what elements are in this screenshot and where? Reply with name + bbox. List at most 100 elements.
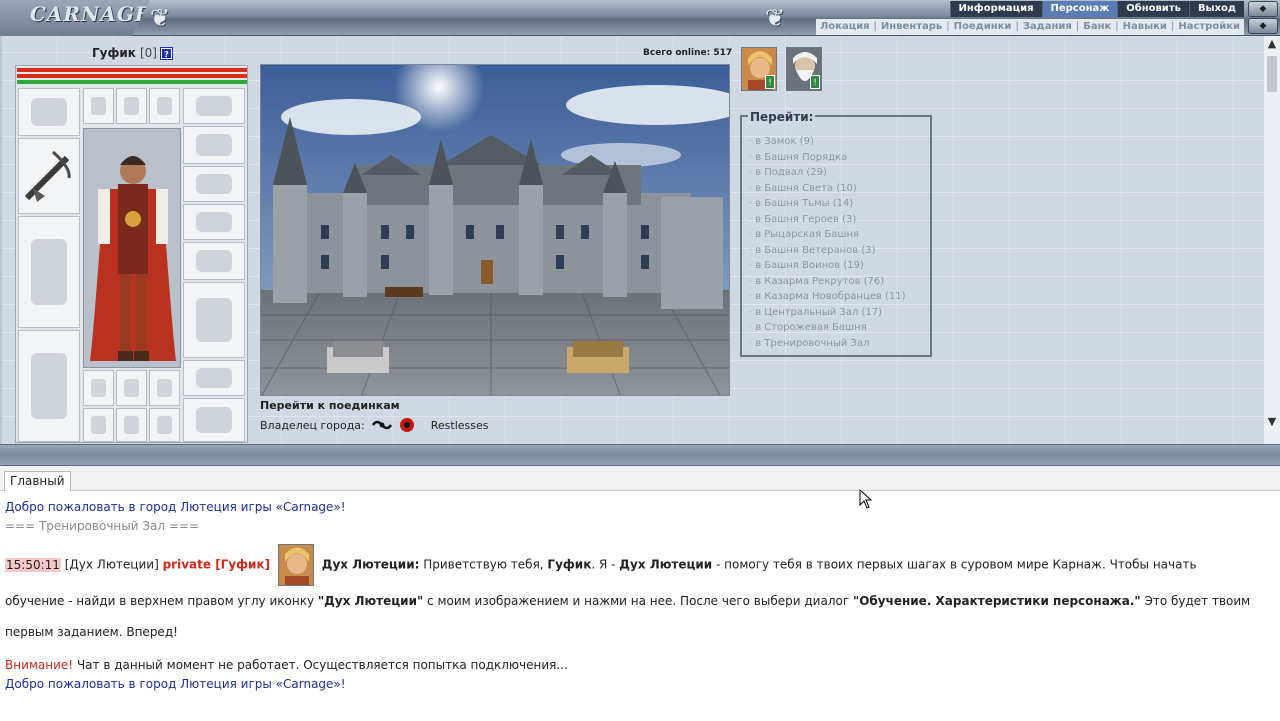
guide-portrait[interactable]: ! [741,47,777,91]
speaker-portrait[interactable] [277,544,314,586]
mana-bar [17,80,247,84]
castle-scene[interactable] [260,64,730,396]
bullet-icon: · [749,213,753,225]
private-tag[interactable]: private [Гуфик] [163,558,271,572]
amulet-icon [90,96,107,116]
shoulder-slot[interactable] [183,126,245,164]
corner-bottom-icon[interactable]: ◆ [1248,18,1278,34]
message-sender[interactable]: [Дух Лютеции] [65,558,159,572]
owner-label: Владелец города: [260,418,365,432]
goto-item[interactable]: · в Казарма Новобранцев (11) [749,289,906,305]
belt-slot-3[interactable] [149,370,180,406]
belt-slot-2[interactable] [116,370,147,406]
goto-item[interactable]: · в Сторожевая Башня [749,320,906,336]
pouch-icon [90,378,107,398]
bullet-icon: · [749,306,753,318]
ring-slot-2[interactable] [116,408,147,442]
ring-slot-3[interactable] [149,408,180,442]
duels-link[interactable]: Перейти к поединкам [260,399,400,412]
bullet-icon: · [749,167,753,178]
subtab-inventory[interactable]: Инвентарь [877,19,946,35]
ornament-right-icon: ❦ [764,4,786,32]
scroll-down-icon[interactable]: ▼ [1264,414,1280,430]
character-avatar[interactable] [83,128,181,368]
bracers-icon [196,173,232,195]
belt-slot-1[interactable] [83,370,114,406]
goto-item-label: в Башня Света (10) [755,182,857,194]
goto-item[interactable]: · в Башня Света (10) [749,181,906,197]
goto-item[interactable]: · в Подвал (29) [749,165,906,181]
corner-top-icon[interactable]: ◆ [1248,1,1278,17]
owner-name[interactable]: Restlesses [431,419,489,432]
shield-slot[interactable] [183,282,245,358]
goto-item-label: в Башня Тьмы (14) [755,198,854,209]
scroll-up-icon[interactable]: ▲ [1264,36,1280,52]
subtab-duels[interactable]: Поединки [950,19,1016,35]
subtab-location[interactable]: Локация [816,19,874,35]
game-logo: CARNAGE [0,0,150,36]
goto-item[interactable]: · в Башня Воинов (19) [749,258,906,274]
belt-slot[interactable] [183,360,245,396]
earring-icon [123,96,140,116]
ring-icon [123,416,140,434]
top-header: CARNAGE ❦ ❦ Информация Персонаж Обновить… [0,0,1280,36]
hands-slot[interactable] [183,242,245,280]
helmet-slot[interactable] [18,88,80,136]
crossbow-icon [24,150,71,202]
goto-item[interactable]: · в Башня Порядка [749,150,906,166]
earring-slot[interactable] [116,88,147,124]
goto-item[interactable]: · в Башня Ветеранов (3) [749,243,906,259]
helmet-icon [31,98,67,126]
amulet-slot[interactable] [83,88,114,124]
ring-slot-1[interactable] [83,408,114,442]
goto-item-label: в Башня Воинов (19) [755,260,864,271]
chat-tabs: Главный [0,466,1280,491]
chat-tab-main[interactable]: Главный [4,471,71,491]
subtab-settings[interactable]: Настройки [1174,19,1244,35]
goto-item[interactable]: · в Центральный Зал (17) [749,305,906,321]
message-text: с моим изображением и нажми на нее. Посл… [423,594,853,608]
character-info-icon[interactable]: ? [159,46,173,60]
bullet-icon: · [749,322,753,333]
bracers-slot[interactable] [183,166,245,202]
goto-item[interactable]: · в Замок (9) [749,134,906,150]
goto-item-label: в Центральный Зал (17) [755,306,883,318]
tab-exit[interactable]: Выход [1188,1,1244,17]
clan-badge-icon[interactable] [399,417,415,433]
weapon-slot[interactable] [18,138,80,214]
gloves-slot[interactable] [183,88,245,124]
scroll-thumb[interactable] [1267,56,1277,92]
boots-slot[interactable] [183,398,245,442]
tab-character[interactable]: Персонаж [1041,1,1118,17]
goto-panel: Перейти: · в Замок (9) · в Башня Порядка ·… [740,110,932,357]
corner-buttons: ◆ ◆ [1248,1,1278,35]
boots-icon [196,407,232,433]
speaker-name: Дух Лютеции: [321,557,420,572]
character-header: Гуфик [0] ? [92,46,173,60]
subtab-quests[interactable]: Задания [1019,19,1076,35]
clan-emblem-icon[interactable] [371,418,393,432]
game-scrollbar[interactable]: ▲ ▼ [1264,36,1280,444]
tab-info[interactable]: Информация [949,1,1042,17]
legs-slot[interactable] [18,330,80,442]
goto-item[interactable]: · в Рыцарская Башня [749,227,906,243]
goto-item[interactable]: · в Башня Тьмы (14) [749,196,906,212]
message-time[interactable]: 15:50:11 [5,557,61,572]
character-name[interactable]: Гуфик [92,46,136,60]
frame-divider[interactable] [0,444,1280,466]
goto-item-label: в Башня Героев (3) [755,213,857,225]
armor-slot[interactable] [18,216,80,328]
subtab-bank[interactable]: Банк [1079,19,1115,35]
goto-item[interactable]: · в Башня Героев (3) [749,212,906,228]
subtab-skills[interactable]: Навыки [1119,19,1171,35]
necklace-slot[interactable] [149,88,180,124]
wrist-icon [196,211,232,233]
tab-refresh[interactable]: Обновить [1117,1,1189,17]
wrist-slot[interactable] [183,204,245,240]
goto-item-label: в Башня Порядка [755,151,848,163]
message-dialog-name: "Обучение. Характеристики персонажа." [852,594,1141,608]
goto-item[interactable]: · в Казарма Рекрутов (76) [749,274,906,290]
goto-item[interactable]: · в Тренировочный Зал [749,336,906,352]
online-count: Всего online: 517 [643,48,733,58]
elder-portrait[interactable]: ! [786,47,822,91]
